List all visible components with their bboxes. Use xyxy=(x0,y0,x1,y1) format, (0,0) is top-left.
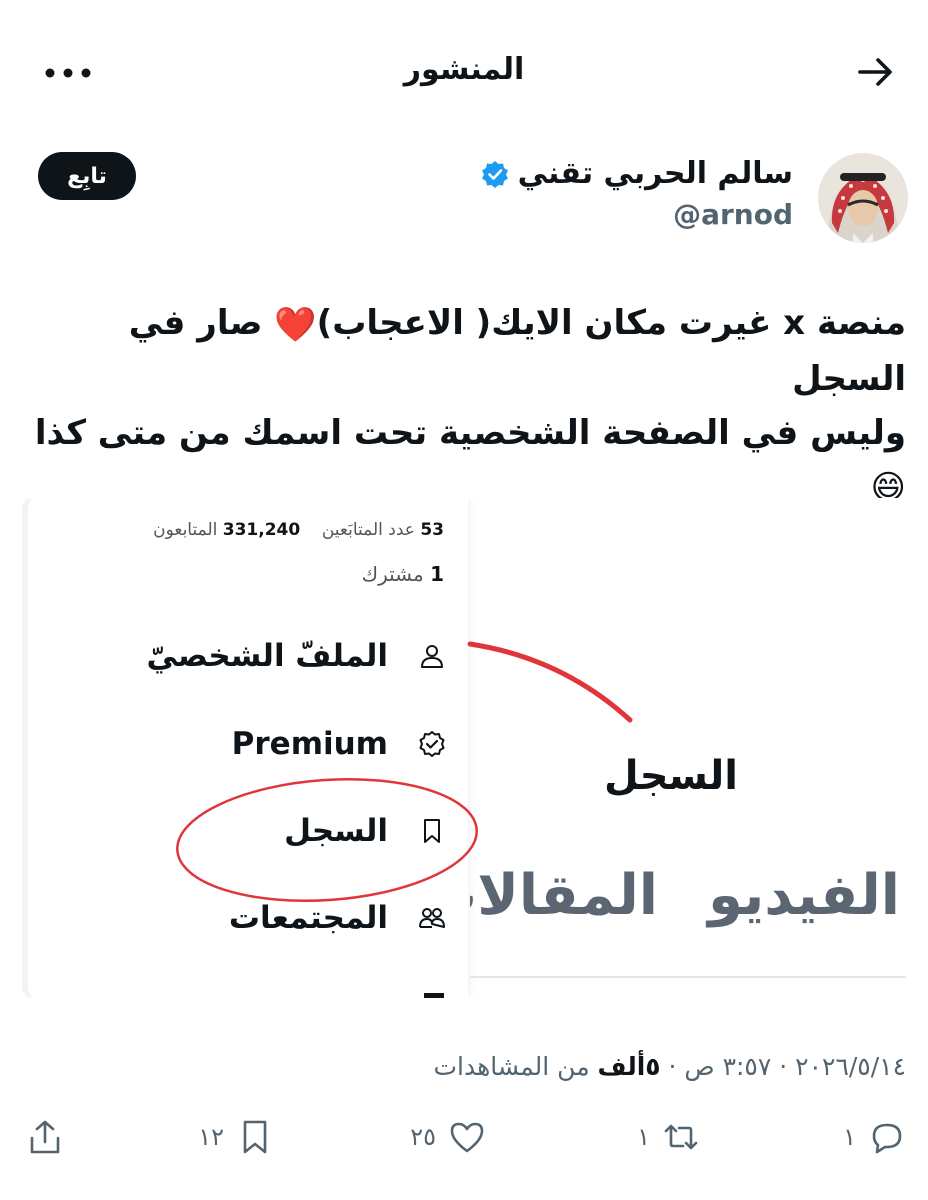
post-line-2: وليس في الصفحة الشخصية تحت اسمك من متى ك… xyxy=(34,412,906,453)
red-annotation-marks xyxy=(176,641,633,903)
page-title: المنشور xyxy=(403,52,525,87)
bookmark-count: ١٢ xyxy=(198,1123,224,1151)
bookmark-button[interactable]: ١٢ xyxy=(198,1118,274,1156)
avatar-image xyxy=(818,153,908,243)
follow-button[interactable]: تابِع xyxy=(38,152,136,200)
repost-icon xyxy=(664,1124,698,1150)
post-line-1: منصة x غيرت مكان الايك( الاعجاب)❤️ صار ف… xyxy=(22,296,906,406)
top-bar: المنشور xyxy=(0,0,928,140)
reply-count: ١ xyxy=(843,1123,856,1151)
like-count: ٢٥ xyxy=(410,1123,436,1151)
views-label: من المشاهدات xyxy=(433,1052,590,1081)
arrow-right-icon[interactable] xyxy=(854,50,898,94)
repost-button[interactable]: ١ xyxy=(637,1118,700,1156)
heart-icon xyxy=(450,1122,484,1153)
reply-icon xyxy=(872,1123,902,1154)
reply-button[interactable]: ١ xyxy=(843,1118,906,1156)
post-meta: ٢٠٢٦/٥/١٤ · ٣:٥٧ ص · ٥ألف من المشاهدات xyxy=(433,1052,907,1081)
post-time: ٣:٥٧ ص xyxy=(684,1052,772,1081)
post-text: منصة x غيرت مكان الايك( الاعجاب)❤️ صار ف… xyxy=(22,296,906,515)
share-icon xyxy=(30,1120,60,1154)
author-name-row[interactable]: سالم الحربي تقني xyxy=(480,156,793,191)
bookmark-icon xyxy=(243,1120,267,1154)
post-media[interactable]: 53 عدد المتابَعين 331,240 المتابعون 1 مش… xyxy=(22,498,906,998)
avatar[interactable] xyxy=(818,153,908,243)
action-bar: ١ ١ ٢٥ ١٢ xyxy=(0,1118,928,1168)
views-count[interactable]: ٥ألف xyxy=(598,1052,661,1081)
heart-emoji: ❤️ xyxy=(274,304,317,345)
post-date: ٢٠٢٦/٥/١٤ xyxy=(795,1052,906,1081)
verified-badge-icon xyxy=(481,160,508,188)
like-button[interactable]: ٢٥ xyxy=(410,1118,486,1156)
author-handle[interactable]: @arnod xyxy=(673,198,793,231)
share-button[interactable] xyxy=(26,1118,64,1156)
repost-count: ١ xyxy=(637,1123,650,1151)
author-name[interactable]: سالم الحربي تقني xyxy=(518,156,793,191)
